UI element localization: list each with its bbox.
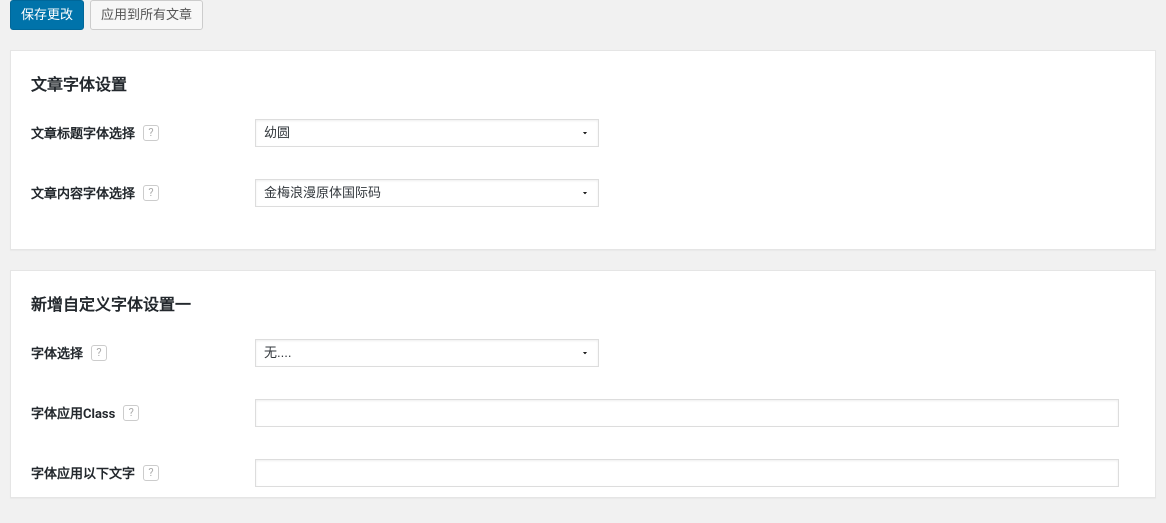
help-icon[interactable]: ? bbox=[123, 405, 139, 421]
top-button-bar: 保存更改 应用到所有文章 bbox=[0, 0, 1166, 40]
form-row-content-font: 文章内容字体选择 ? 金梅浪漫原体国际码 bbox=[31, 179, 1135, 207]
label-text: 文章标题字体选择 bbox=[31, 123, 135, 142]
form-control: 无.... bbox=[255, 339, 599, 367]
label-text: 字体应用以下文字 bbox=[31, 463, 135, 482]
form-label: 字体选择 ? bbox=[31, 343, 255, 362]
custom-font-settings-panel: 新增自定义字体设置一 字体选择 ? 无.... 字体应用Class ? 字体应用… bbox=[10, 270, 1156, 498]
apply-all-button[interactable]: 应用到所有文章 bbox=[90, 0, 203, 30]
form-label: 文章内容字体选择 ? bbox=[31, 183, 255, 202]
form-control: 金梅浪漫原体国际码 bbox=[255, 179, 599, 207]
label-text: 文章内容字体选择 bbox=[31, 183, 135, 202]
label-text: 字体应用Class bbox=[31, 403, 115, 422]
panel-title: 新增自定义字体设置一 bbox=[31, 291, 1135, 315]
article-font-settings-panel: 文章字体设置 文章标题字体选择 ? 幼圆 文章内容字体选择 ? 金梅浪漫原体国际… bbox=[10, 50, 1156, 250]
title-font-select[interactable]: 幼圆 bbox=[255, 119, 599, 147]
form-control bbox=[255, 459, 1119, 487]
content-font-select[interactable]: 金梅浪漫原体国际码 bbox=[255, 179, 599, 207]
font-text-input[interactable] bbox=[255, 459, 1119, 487]
help-icon[interactable]: ? bbox=[143, 465, 159, 481]
form-control: 幼圆 bbox=[255, 119, 599, 147]
form-label: 字体应用Class ? bbox=[31, 403, 255, 422]
save-button[interactable]: 保存更改 bbox=[10, 0, 84, 30]
help-icon[interactable]: ? bbox=[91, 345, 107, 361]
form-row-title-font: 文章标题字体选择 ? 幼圆 bbox=[31, 119, 1135, 147]
form-row-font-text: 字体应用以下文字 ? bbox=[31, 459, 1135, 487]
form-row-font-select: 字体选择 ? 无.... bbox=[31, 339, 1135, 367]
form-row-font-class: 字体应用Class ? bbox=[31, 399, 1135, 427]
panel-title: 文章字体设置 bbox=[31, 71, 1135, 95]
custom-font-select[interactable]: 无.... bbox=[255, 339, 599, 367]
form-label: 文章标题字体选择 ? bbox=[31, 123, 255, 142]
font-class-input[interactable] bbox=[255, 399, 1119, 427]
form-label: 字体应用以下文字 ? bbox=[31, 463, 255, 482]
form-control bbox=[255, 399, 1119, 427]
label-text: 字体选择 bbox=[31, 343, 83, 362]
help-icon[interactable]: ? bbox=[143, 125, 159, 141]
help-icon[interactable]: ? bbox=[143, 185, 159, 201]
